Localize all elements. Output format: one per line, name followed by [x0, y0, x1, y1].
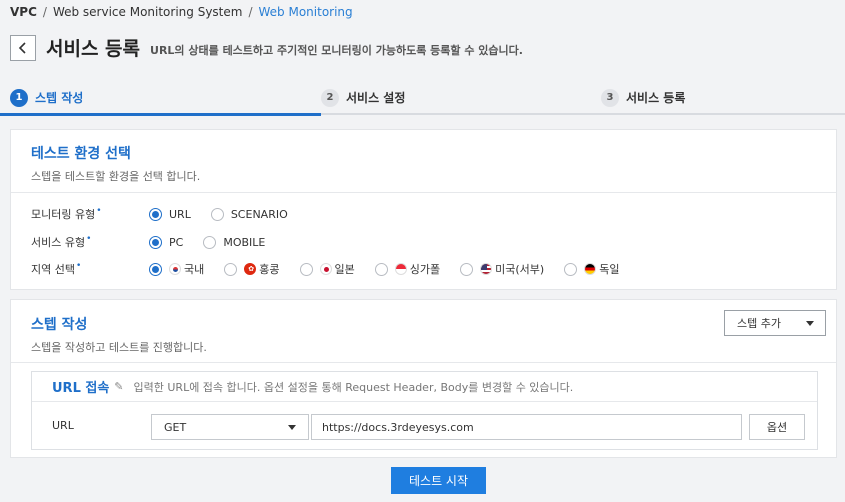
breadcrumb-root[interactable]: VPC	[10, 5, 37, 19]
breadcrumb: VPC / Web service Monitoring System / We…	[10, 5, 353, 19]
germany-flag-icon	[584, 263, 597, 275]
region-row: 지역 선택• 국내 ✿ 홍콩 일본 싱가폴 미국(서부) 독일	[31, 261, 639, 277]
step-number: 2	[321, 88, 339, 107]
step-3[interactable]: 3 서비스 등록	[601, 80, 685, 115]
breadcrumb-level1[interactable]: Web service Monitoring System	[53, 5, 243, 19]
test-environment-panel: 테스트 환경 선택 스텝을 테스트할 환경을 선택 합니다. 모니터링 유형• …	[10, 129, 837, 290]
step-number: 3	[601, 88, 619, 107]
url-row: URL GET 옵션	[32, 402, 817, 450]
step-label: 서비스 등록	[626, 91, 686, 105]
step-title: URL 접속	[52, 381, 110, 396]
url-label: URL	[52, 419, 74, 432]
step-label: 서비스 설정	[346, 91, 406, 105]
radio-korea[interactable]: 국내	[149, 261, 204, 277]
back-button[interactable]	[10, 34, 36, 61]
page-header: 서비스 등록 URL의 상태를 테스트하고 주기적인 모니터링이 가능하도록 등…	[10, 34, 523, 61]
start-test-button[interactable]: 테스트 시작	[391, 467, 486, 494]
url-input[interactable]	[311, 414, 742, 440]
chevron-left-icon	[18, 41, 26, 54]
http-method-select[interactable]: GET	[151, 414, 309, 440]
radio-scenario[interactable]: SCENARIO	[210, 207, 288, 221]
breadcrumb-current[interactable]: Web Monitoring	[259, 5, 353, 19]
add-step-label: 스텝 추가	[737, 317, 781, 330]
options-button[interactable]: 옵션	[749, 414, 805, 440]
field-label: 지역 선택•	[31, 261, 82, 276]
breadcrumb-separator: /	[248, 5, 253, 19]
section-title: 테스트 환경 선택	[31, 146, 131, 162]
caret-down-icon	[806, 321, 814, 326]
step-2[interactable]: 2 서비스 설정	[321, 80, 405, 115]
step-number: 1	[10, 88, 28, 107]
korea-flag-icon	[169, 263, 181, 275]
url-step-card: URL 접속 ✎ 입력한 URL에 접속 합니다. 옵션 설정을 통해 Requ…	[31, 371, 818, 450]
usa-flag-icon	[480, 263, 493, 275]
pencil-icon[interactable]: ✎	[114, 380, 123, 393]
field-label: 서비스 유형•	[31, 234, 92, 249]
japan-flag-icon	[319, 263, 332, 275]
stepper: 1 스텝 작성 2 서비스 설정 3 서비스 등록	[0, 80, 845, 116]
step-description: 입력한 URL에 접속 합니다. 옵션 설정을 통해 Request Heade…	[133, 380, 574, 394]
section-subtitle: 스텝을 테스트할 환경을 선택 합니다.	[31, 170, 201, 183]
radio-singapore[interactable]: 싱가폴	[374, 261, 440, 277]
caret-down-icon	[288, 425, 296, 430]
radio-germany[interactable]: 독일	[564, 261, 619, 277]
active-step-indicator	[0, 113, 321, 116]
step-1[interactable]: 1 스텝 작성	[10, 80, 83, 115]
radio-japan[interactable]: 일본	[299, 261, 355, 277]
field-label: 모니터링 유형•	[31, 206, 102, 221]
radio-mobile[interactable]: MOBILE	[203, 235, 265, 249]
step-authoring-panel: 스텝 작성 스텝을 작성하고 테스트를 진행합니다. 스텝 추가 URL 접속 …	[10, 299, 837, 458]
method-value: GET	[164, 420, 187, 434]
page-description: URL의 상태를 테스트하고 주기적인 모니터링이 가능하도록 등록할 수 있습…	[150, 43, 523, 57]
service-type-row: 서비스 유형• PC MOBILE	[31, 234, 285, 250]
radio-hongkong[interactable]: ✿ 홍콩	[224, 261, 280, 277]
hongkong-flag-icon: ✿	[244, 263, 257, 275]
section-subtitle: 스텝을 작성하고 테스트를 진행합니다.	[31, 341, 207, 354]
breadcrumb-separator: /	[42, 5, 47, 19]
radio-url[interactable]: URL	[149, 207, 191, 221]
add-step-dropdown[interactable]: 스텝 추가	[724, 310, 826, 336]
section-title: 스텝 작성	[31, 317, 88, 333]
page-title: 서비스 등록	[46, 38, 141, 60]
monitor-type-row: 모니터링 유형• URL SCENARIO	[31, 206, 308, 222]
radio-pc[interactable]: PC	[149, 235, 183, 249]
singapore-flag-icon	[394, 263, 407, 275]
radio-usa-west[interactable]: 미국(서부)	[460, 261, 544, 277]
step-label: 스텝 작성	[35, 91, 84, 105]
